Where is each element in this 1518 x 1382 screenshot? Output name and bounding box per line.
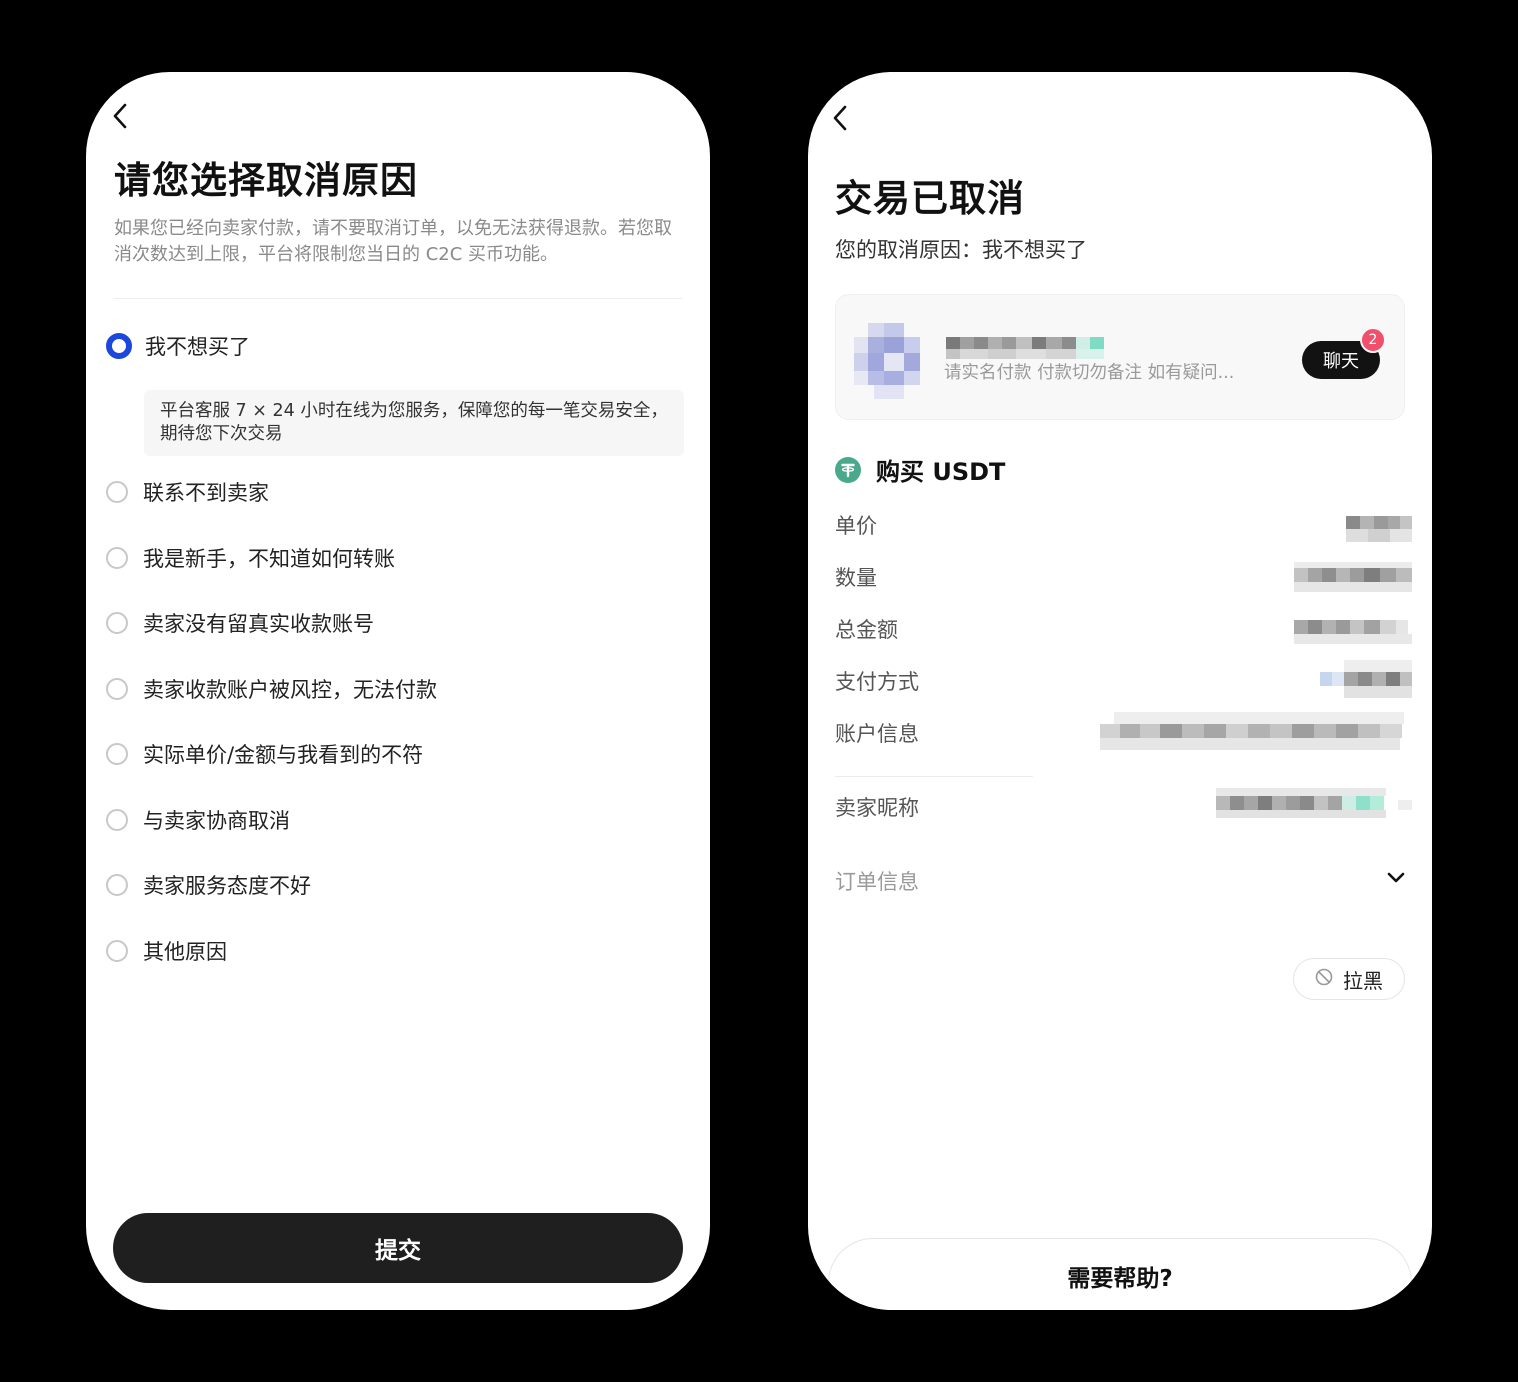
reason-option-not-want[interactable]: 我不想买了 — [106, 326, 250, 366]
reason-option-no-real-account[interactable]: 卖家没有留真实收款账号 — [106, 603, 374, 643]
reason-label: 我不想买了 — [145, 335, 250, 359]
reason-label: 卖家没有留真实收款账号 — [143, 612, 374, 636]
reason-label: 卖家收款账户被风控，无法付款 — [143, 678, 437, 702]
cancel-warning-text: 如果您已经向卖家付款，请不要取消订单，以免无法获得退款。若您取消次数达到上限，平… — [114, 218, 672, 265]
divider — [114, 298, 682, 299]
seller-nickname-label: 卖家昵称 — [835, 796, 919, 820]
chevron-down-icon[interactable] — [1386, 870, 1406, 889]
block-label: 拉黑 — [1343, 968, 1383, 993]
submit-button[interactable]: 提交 — [113, 1213, 683, 1283]
reason-label: 联系不到卖家 — [143, 481, 269, 505]
block-button[interactable]: 拉黑 — [1293, 958, 1405, 1000]
radio-icon[interactable] — [106, 547, 128, 569]
trade-type-row: 购买 USDT — [835, 452, 1005, 487]
page-title: 请您选择取消原因 — [114, 159, 418, 202]
reason-option-other[interactable]: 其他原因 — [106, 931, 227, 971]
trade-cancelled-screen: 交易已取消 您的取消原因：我不想买了 请实名付款 付款切勿备注 如有疑问... … — [808, 72, 1432, 1310]
seller-card[interactable]: 请实名付款 付款切勿备注 如有疑问... 聊天 2 — [835, 294, 1405, 420]
reason-option-bad-service[interactable]: 卖家服务态度不好 — [106, 865, 311, 905]
seller-message: 请实名付款 付款切勿备注 如有疑问... — [944, 363, 1235, 383]
usdt-icon — [835, 456, 861, 483]
order-info-label[interactable]: 订单信息 — [835, 866, 919, 896]
divider — [835, 776, 1033, 777]
cancel-reason-screen: 请您选择取消原因 如果您已经向卖家付款，请不要取消订单，以免无法获得退款。若您取… — [86, 72, 710, 1310]
back-arrow-icon[interactable] — [828, 102, 856, 134]
radio-icon[interactable] — [106, 612, 128, 634]
radio-icon[interactable] — [106, 481, 128, 503]
reason-option-account-risk[interactable]: 卖家收款账户被风控，无法付款 — [106, 669, 437, 709]
cancel-reason-text: 您的取消原因：我不想买了 — [835, 238, 1087, 262]
radio-icon[interactable] — [106, 940, 128, 962]
reason-label: 卖家服务态度不好 — [143, 874, 311, 898]
selected-reason-hint: 平台客服 7 × 24 小时在线为您服务，保障您的每一笔交易安全，期待您下次交易 — [144, 390, 684, 456]
seller-name-blurred — [946, 337, 1116, 359]
account-info-value-blurred — [1100, 712, 1406, 756]
quantity-label: 数量 — [835, 566, 877, 590]
unread-badge: 2 — [1360, 327, 1386, 353]
need-help-button[interactable]: 需要帮助? — [828, 1238, 1412, 1310]
payment-method-label: 支付方式 — [835, 670, 919, 694]
avatar — [854, 323, 922, 399]
payment-method-value-blurred — [1320, 660, 1412, 704]
radio-icon[interactable] — [106, 678, 128, 700]
buy-usdt-label: 购买 USDT — [876, 458, 1006, 486]
reason-option-negotiated[interactable]: 与卖家协商取消 — [106, 800, 290, 840]
back-arrow-icon[interactable] — [108, 100, 136, 132]
radio-icon[interactable] — [106, 809, 128, 831]
unit-price-value-blurred — [1346, 516, 1412, 546]
radio-icon[interactable] — [106, 743, 128, 765]
page-title: 交易已取消 — [835, 177, 1025, 220]
seller-nickname-value-blurred — [1216, 788, 1412, 822]
reason-label: 与卖家协商取消 — [143, 809, 290, 833]
reason-option-newbie[interactable]: 我是新手，不知道如何转账 — [106, 538, 395, 578]
reason-label: 实际单价/金额与我看到的不符 — [143, 743, 424, 767]
unit-price-label: 单价 — [835, 514, 877, 538]
reason-label: 其他原因 — [143, 940, 227, 964]
total-amount-value-blurred — [1294, 616, 1412, 650]
reason-label: 我是新手，不知道如何转账 — [143, 547, 395, 571]
reason-option-price-mismatch[interactable]: 实际单价/金额与我看到的不符 — [106, 734, 423, 774]
quantity-value-blurred — [1294, 562, 1412, 596]
total-amount-label: 总金额 — [835, 618, 898, 642]
radio-selected-icon[interactable] — [106, 333, 132, 359]
account-info-label: 账户信息 — [835, 722, 919, 746]
block-icon — [1315, 968, 1333, 990]
radio-icon[interactable] — [106, 874, 128, 896]
reason-option-cannot-contact[interactable]: 联系不到卖家 — [106, 472, 269, 512]
